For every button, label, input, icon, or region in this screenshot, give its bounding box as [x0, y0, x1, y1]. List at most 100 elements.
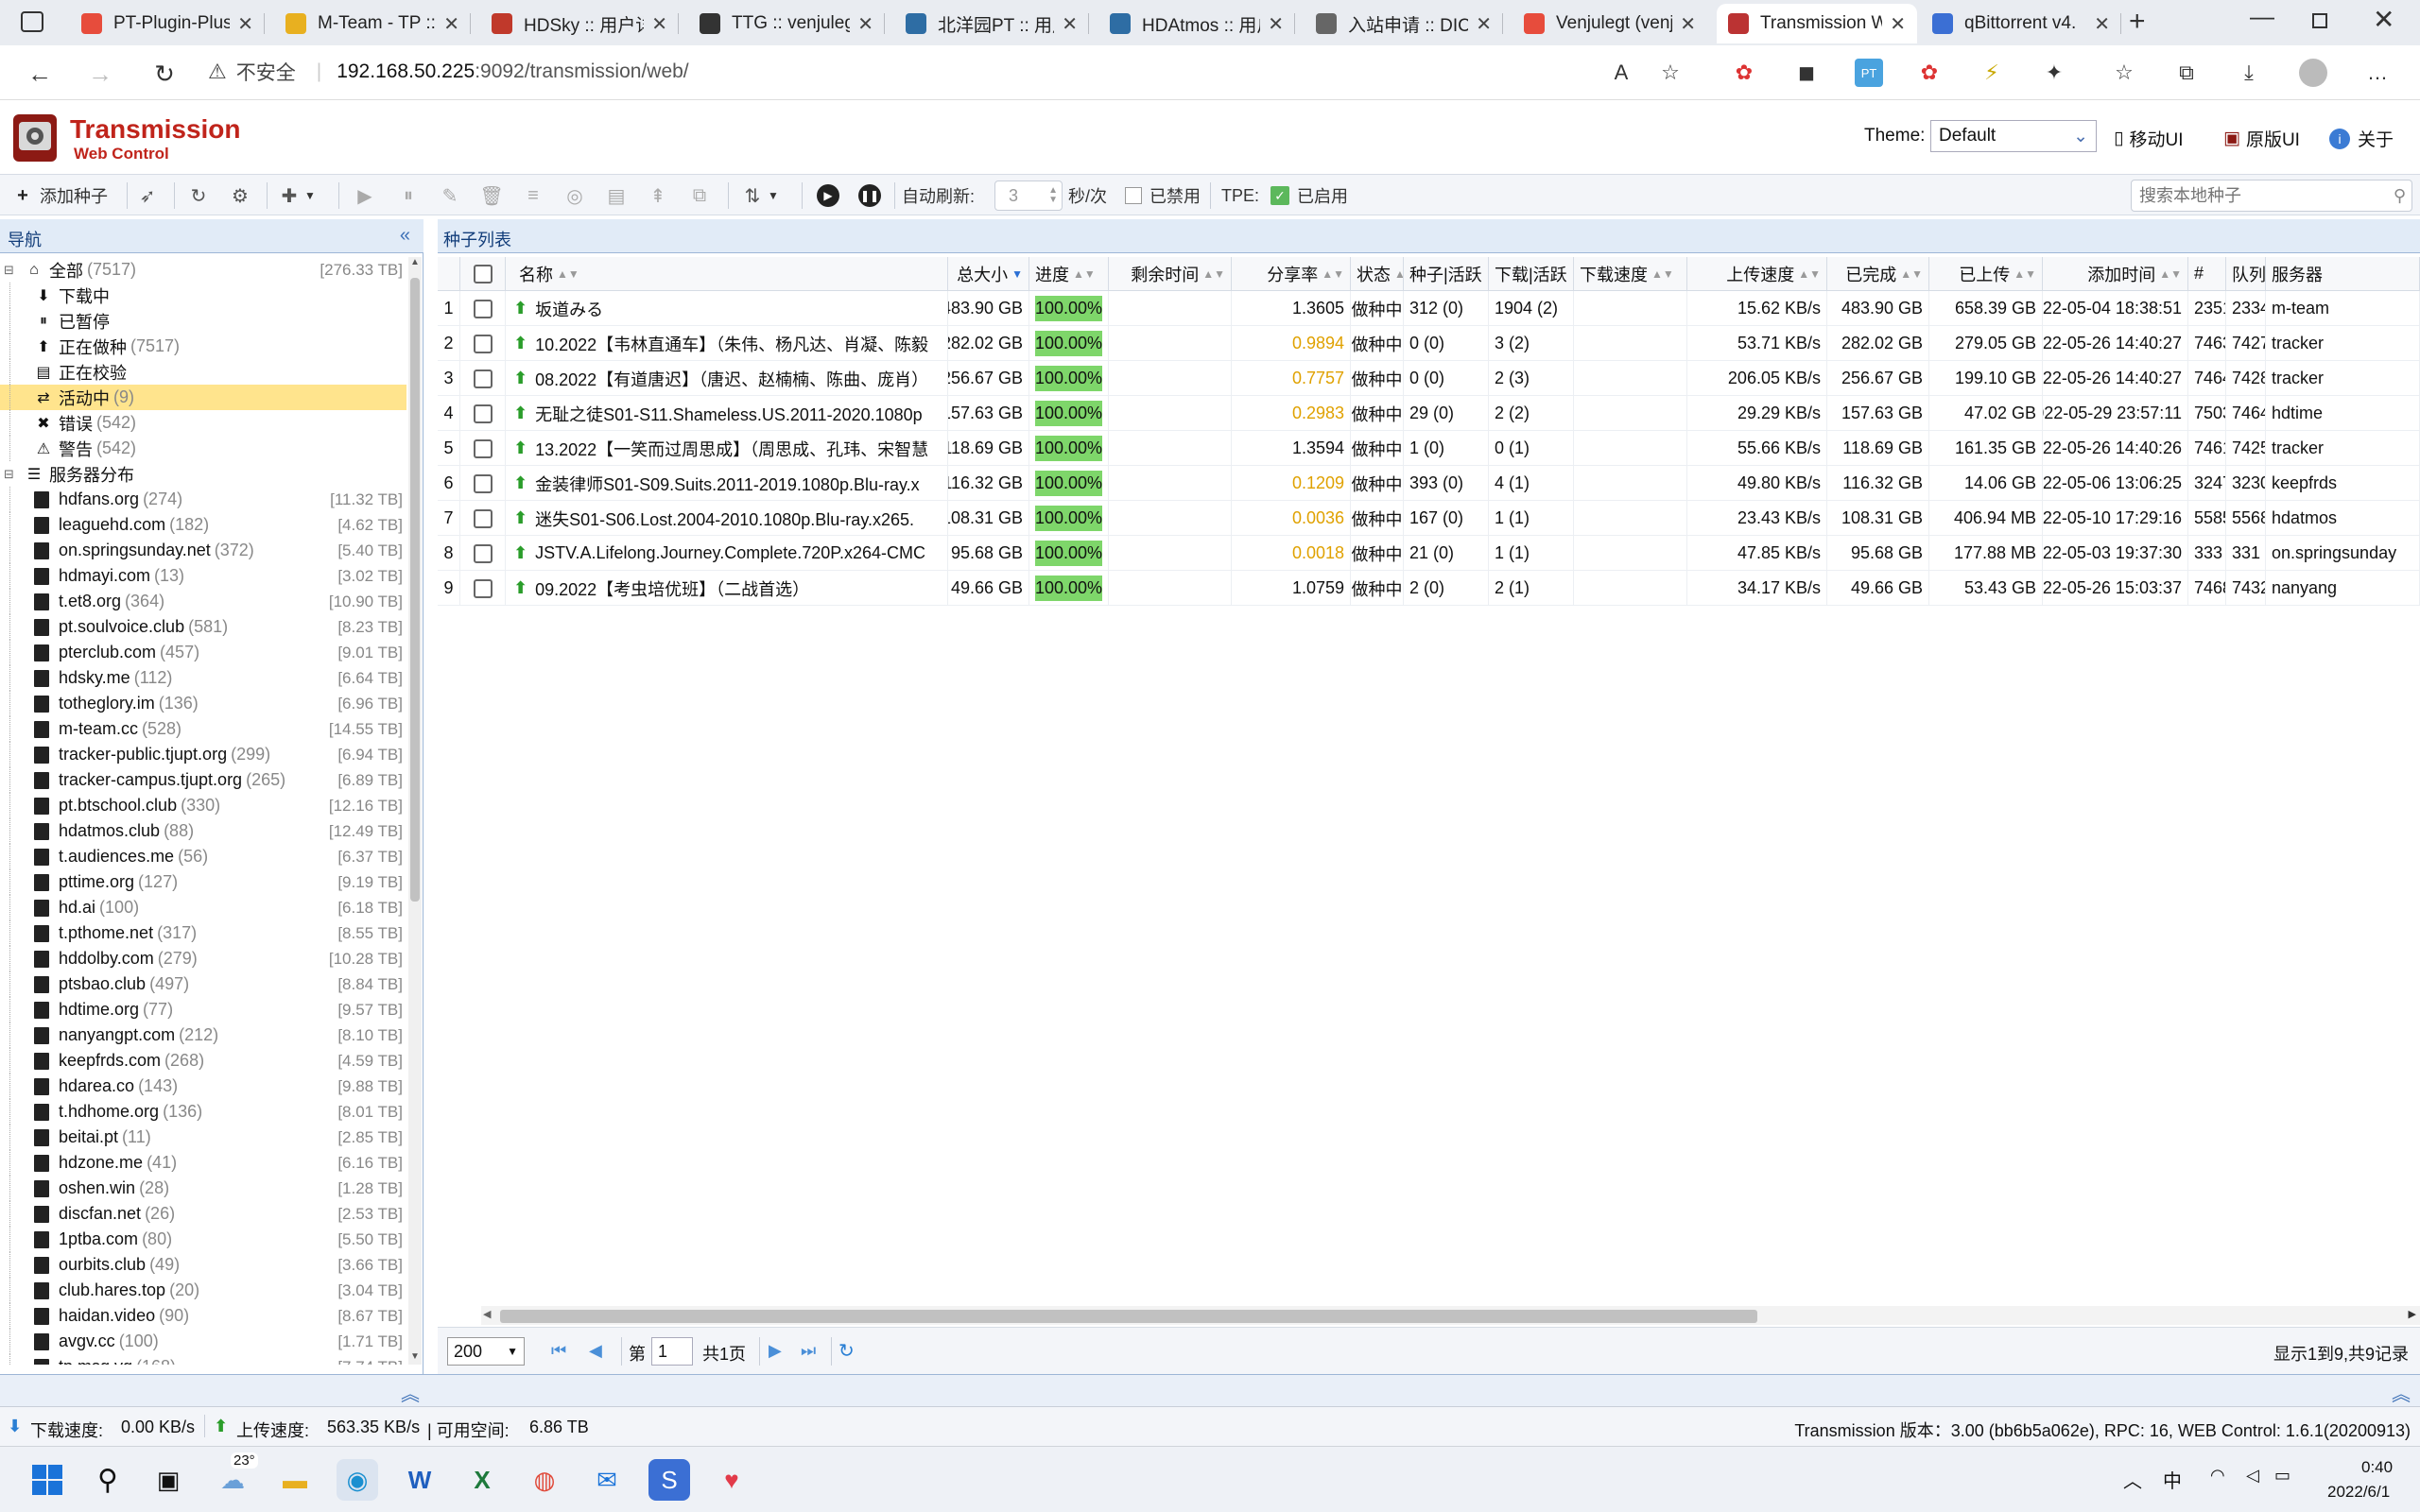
search-icon[interactable]: ⚲	[2394, 186, 2406, 206]
column-header[interactable]: 状态▲▼	[1351, 257, 1404, 291]
horizontal-scrollbar[interactable]: ◀ ▶	[481, 1306, 2420, 1325]
page-size-select[interactable]: 200 ▼	[447, 1337, 525, 1366]
horizontal-scroll-thumb[interactable]	[500, 1310, 1757, 1323]
nav-item-server[interactable]: ourbits.club (49) [3.66 TB]	[0, 1252, 406, 1278]
sort-icon[interactable]: ▲▼	[2159, 267, 2182, 281]
nav-item-server[interactable]: t.pthome.net (317) [8.55 TB]	[0, 920, 406, 946]
nav-item-server[interactable]: tracker-public.tjupt.org (299) [6.94 TB]	[0, 742, 406, 767]
torrent-row[interactable]: 8 ⬆ JSTV.A.Lifelong.Journey.Complete.720P.…	[438, 536, 2420, 571]
tab-close-icon[interactable]: ✕	[2094, 12, 2110, 36]
close-window-button[interactable]: ✕	[2373, 4, 2394, 35]
browser-tab[interactable]: HDSky :: 用户详 ✕	[480, 4, 679, 43]
checkbox[interactable]	[473, 404, 493, 423]
column-header[interactable]: 队列	[2226, 257, 2266, 291]
search-input[interactable]	[2139, 185, 2366, 206]
torrent-row[interactable]: 4 ⬆ 无耻之徒S01-S11.Shameless.US.2011-2020.108…	[438, 396, 2420, 431]
row-select-checkbox[interactable]	[460, 291, 506, 326]
nav-item-server[interactable]: 1ptba.com (80) [5.50 TB]	[0, 1227, 406, 1252]
browser-tab[interactable]: M-Team - TP :: ✕	[274, 4, 471, 43]
column-header[interactable]: #	[2188, 257, 2226, 291]
start-all-button[interactable]: ➶	[136, 183, 159, 208]
scroll-up-arrow-icon[interactable]: ▲	[408, 257, 422, 270]
chrome-icon[interactable]: ◍	[524, 1459, 565, 1501]
new-tab-button[interactable]: +	[2129, 6, 2146, 38]
torrent-row[interactable]: 7 ⬆ 迷失S01-S06.Lost.2004-2010.1080p.Blu-ray…	[438, 501, 2420, 536]
favorite-star-icon[interactable]: ☆	[1656, 59, 1685, 87]
clock-time[interactable]: 0:40	[2361, 1458, 2393, 1477]
favorites-icon[interactable]: ☆	[2110, 59, 2138, 87]
column-header[interactable]: 下载|活跃▲▼	[1489, 257, 1574, 291]
nav-item-server[interactable]: beitai.pt (11) [2.85 TB]	[0, 1125, 406, 1150]
nav-item-server[interactable]: t.et8.org (364) [10.90 TB]	[0, 589, 406, 614]
pause-button[interactable]: ⏸	[397, 183, 420, 208]
row-select-checkbox[interactable]	[460, 361, 506, 396]
checkbox[interactable]	[473, 543, 493, 563]
extension-colorful-icon[interactable]: ✿	[1730, 59, 1758, 87]
file-explorer-icon[interactable]: ▬	[274, 1459, 316, 1501]
nav-item-server[interactable]: hdmayi.com (13) [3.02 TB]	[0, 563, 406, 589]
excel-icon[interactable]: X	[461, 1459, 503, 1501]
nav-item-status[interactable]: ✖ 错误 (542)	[0, 410, 406, 436]
column-header[interactable]: 下载速度 ▲▼	[1574, 257, 1687, 291]
clock-date[interactable]: 2022/6/1	[2327, 1483, 2390, 1502]
checkbox[interactable]	[473, 508, 493, 528]
nav-item-server[interactable]: hdzone.me (41) [6.16 TB]	[0, 1150, 406, 1176]
browser-tab[interactable]: qBittorrent v4. ✕	[1921, 4, 2121, 43]
nav-item-server[interactable]: keepfrds.com (268) [4.59 TB]	[0, 1048, 406, 1074]
browser-tab[interactable]: HDAtmos :: 用户 ✕	[1098, 4, 1295, 43]
profile-avatar[interactable]	[2299, 59, 2327, 87]
nav-item-server[interactable]: totheglory.im (136) [6.96 TB]	[0, 691, 406, 716]
nav-item-server[interactable]: haidan.video (90) [8.67 TB]	[0, 1303, 406, 1329]
tab-actions-icon[interactable]	[21, 11, 43, 32]
tree-collapse-icon[interactable]: ⊟	[4, 467, 17, 482]
checkbox[interactable]	[473, 369, 493, 388]
checkbox[interactable]	[473, 438, 493, 458]
theme-select[interactable]: Default ⌄	[1930, 120, 2097, 152]
torrent-row[interactable]: 1 ⬆ 坂道みる 483.90 GB 100.00% 1.3605 做种中 312 (0) 19…	[438, 291, 2420, 326]
downloads-icon[interactable]: ⤓	[2235, 59, 2263, 87]
nav-item-server[interactable]: ptsbao.club (497) [8.84 TB]	[0, 971, 406, 997]
tab-close-icon[interactable]: ✕	[857, 12, 873, 36]
mail-icon[interactable]: ✉	[586, 1459, 628, 1501]
torrent-row[interactable]: 3 ⬆ 08.2022【有道唐迟】（唐迟、赵楠楠、陈曲、庞肖） 256.67 GB 10…	[438, 361, 2420, 396]
extension-mask-icon[interactable]: ◼	[1792, 59, 1821, 87]
plugins-button[interactable]: ✚ ▼	[278, 183, 316, 208]
add-torrent-button[interactable]: + 添加种子	[11, 183, 108, 208]
scroll-left-arrow-icon[interactable]: ◀	[483, 1308, 491, 1320]
start-button[interactable]: ▶	[354, 183, 376, 208]
nav-item-servers[interactable]: ⊟ ☰ 服务器分布	[0, 461, 406, 487]
nav-item-server[interactable]: t.audiences.me (56) [6.37 TB]	[0, 844, 406, 869]
edge-browser-icon[interactable]: ◉	[337, 1459, 378, 1501]
header-checkbox[interactable]	[473, 264, 493, 284]
nav-item-server[interactable]: hdsky.me (112) [6.64 TB]	[0, 665, 406, 691]
torrent-row[interactable]: 2 ⬆ 10.2022【韦林直通车】（朱伟、杨凡达、肖凝、陈毅 282.02 GB 10…	[438, 326, 2420, 361]
column-header[interactable]: 添加时间 ▲▼	[2043, 257, 2188, 291]
queue-top-button[interactable]: ⇞	[647, 183, 669, 208]
word-icon[interactable]: W	[399, 1459, 441, 1501]
start-all-torrents-button[interactable]: ▶	[817, 183, 839, 208]
row-select-checkbox[interactable]	[460, 326, 506, 361]
tpe-checkbox-group[interactable]: ✓ 已启用	[1270, 183, 1348, 208]
browser-tab[interactable]: PT-Plugin-Plus ✕	[70, 4, 265, 43]
column-header[interactable]: 进度 ▲▼	[1029, 257, 1109, 291]
expand-up-icon[interactable]: ︽	[401, 1379, 420, 1406]
nav-item-server[interactable]: hdatmos.club (88) [12.49 TB]	[0, 818, 406, 844]
nav-item-server[interactable]: leaguehd.com (182) [4.62 TB]	[0, 512, 406, 538]
browser-tab[interactable]: Venjulegt (venj ✕	[1512, 4, 1707, 43]
tab-close-icon[interactable]: ✕	[1680, 12, 1696, 36]
nav-item-server[interactable]: pt.btschool.club (330) [12.16 TB]	[0, 793, 406, 818]
remove-button[interactable]: 🗑	[479, 183, 503, 208]
column-header[interactable]: 种子|活跃▲▼	[1404, 257, 1489, 291]
tab-close-icon[interactable]: ✕	[237, 12, 253, 36]
column-header[interactable]: 已完成 ▲▼	[1827, 257, 1929, 291]
torrent-row[interactable]: 9 ⬆ 09.2022【考虫培优班】（二战首选） 49.66 GB 100.00% 1.0…	[438, 571, 2420, 606]
torrent-row[interactable]: 6 ⬆ 金装律师S01-S09.Suits.2011-2019.1080p.Blu-…	[438, 466, 2420, 501]
search-box[interactable]: ⚲	[2131, 180, 2412, 212]
collections-icon[interactable]: ⧉	[2172, 59, 2201, 87]
tree-collapse-icon[interactable]: ⊟	[4, 263, 17, 278]
refresh-interval-input[interactable]: 3 ▲ ▼	[994, 180, 1063, 211]
read-aloud-icon[interactable]: A	[1607, 59, 1635, 87]
pt-plugin-icon[interactable]: PT	[1855, 59, 1883, 87]
nav-item-status[interactable]: ⬆ 正在做种 (7517)	[0, 334, 406, 359]
nav-item-server[interactable]: hdfans.org (274) [11.32 TB]	[0, 487, 406, 512]
